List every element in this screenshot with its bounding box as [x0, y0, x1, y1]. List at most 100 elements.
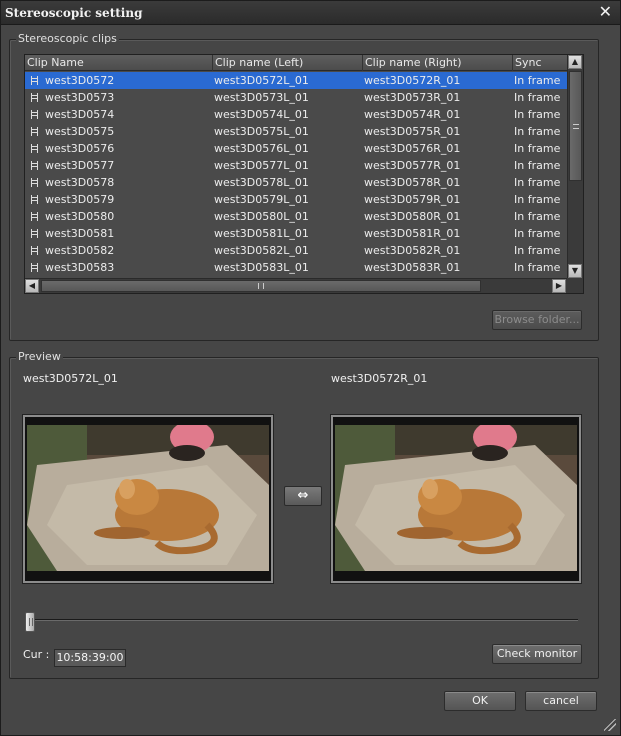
vertical-scroll-thumb[interactable] — [569, 71, 582, 181]
clip-name-cell: west3D0575 — [45, 125, 115, 138]
sync-cell: In frame — [514, 210, 561, 223]
position-slider-track[interactable] — [29, 619, 578, 621]
clip-icon — [31, 263, 38, 272]
table-row[interactable]: west3D0576 west3D0576L_01 west3D0576R_01 In… — [25, 140, 568, 157]
current-timecode[interactable]: 10:58:39:00 — [54, 649, 126, 667]
clip-icon — [31, 161, 38, 170]
scroll-corner — [567, 278, 583, 293]
stereoscopic-setting-dialog: Stereoscopic setting ✕ Stereoscopic clip… — [0, 0, 621, 736]
vertical-scrollbar[interactable]: ▲ ▼ — [567, 55, 583, 279]
position-slider-handle[interactable] — [25, 612, 35, 632]
clip-left-cell: west3D0578L_01 — [214, 176, 309, 189]
right-preview-image — [335, 425, 577, 571]
horizontal-scrollbar[interactable]: ◀ ▶ — [25, 278, 568, 293]
clip-name-cell: west3D0583 — [45, 261, 115, 274]
clip-right-cell: west3D0581R_01 — [364, 227, 461, 240]
scroll-right-icon[interactable]: ▶ — [552, 279, 566, 293]
preview-group-label: Preview — [16, 350, 63, 363]
cancel-button[interactable]: cancel — [525, 691, 597, 711]
browse-folder-button[interactable]: Browse folder... — [492, 310, 582, 330]
sync-cell: In frame — [514, 74, 561, 87]
sync-cell: In frame — [514, 227, 561, 240]
clip-list[interactable]: Clip Name Clip name (Left) Clip name (Ri… — [24, 54, 584, 294]
sync-cell: In frame — [514, 261, 561, 274]
clip-left-cell: west3D0577L_01 — [214, 159, 309, 172]
horizontal-scroll-thumb[interactable] — [41, 280, 481, 292]
scroll-down-icon[interactable]: ▼ — [568, 264, 582, 278]
sync-cell: In frame — [514, 244, 561, 257]
clip-name-cell: west3D0572 — [45, 74, 115, 87]
clip-right-cell: west3D0582R_01 — [364, 244, 461, 257]
column-header-sync[interactable]: Sync — [513, 55, 568, 71]
clip-icon — [31, 246, 38, 255]
window-title: Stereoscopic setting — [5, 6, 143, 20]
left-preview-image — [27, 425, 269, 571]
clip-name-cell: west3D0573 — [45, 91, 115, 104]
sync-cell: In frame — [514, 159, 561, 172]
clip-right-cell: west3D0580R_01 — [364, 210, 461, 223]
scroll-left-icon[interactable]: ◀ — [25, 279, 39, 293]
clip-left-cell: west3D0572L_01 — [214, 74, 309, 87]
column-header-clip-left[interactable]: Clip name (Left) — [213, 55, 363, 71]
scroll-up-icon[interactable]: ▲ — [568, 55, 582, 69]
clip-icon — [31, 110, 38, 119]
sync-cell: In frame — [514, 193, 561, 206]
table-row[interactable]: west3D0574 west3D0574L_01 west3D0574R_01 In… — [25, 106, 568, 123]
clip-icon — [31, 212, 38, 221]
table-row[interactable]: west3D0573 west3D0573L_01 west3D0573R_01 In… — [25, 89, 568, 106]
clip-name-cell: west3D0579 — [45, 193, 115, 206]
table-row[interactable]: west3D0575 west3D0575L_01 west3D0575R_01 In… — [25, 123, 568, 140]
table-row[interactable]: west3D0572 west3D0572L_01 west3D0572R_01 In… — [25, 72, 568, 89]
clip-right-cell: west3D0583R_01 — [364, 261, 461, 274]
current-position-label: Cur : — [23, 648, 50, 661]
clip-left-cell: west3D0582L_01 — [214, 244, 309, 257]
clip-left-cell: west3D0574L_01 — [214, 108, 309, 121]
clip-right-cell: west3D0574R_01 — [364, 108, 461, 121]
clip-right-cell: west3D0573R_01 — [364, 91, 461, 104]
clip-name-cell: west3D0578 — [45, 176, 115, 189]
right-clip-name: west3D0572R_01 — [331, 372, 428, 385]
clips-group-label: Stereoscopic clips — [16, 32, 119, 45]
sync-cell: In frame — [514, 142, 561, 155]
clip-icon — [31, 76, 38, 85]
clip-icon — [31, 178, 38, 187]
left-preview-frame — [22, 414, 274, 584]
clip-icon — [31, 144, 38, 153]
clip-left-cell: west3D0583L_01 — [214, 261, 309, 274]
check-monitor-button[interactable]: Check monitor — [492, 644, 582, 664]
table-row[interactable]: west3D0583 west3D0583L_01 west3D0583R_01 In… — [25, 259, 568, 276]
clip-icon — [31, 93, 38, 102]
table-row[interactable]: west3D0579 west3D0579L_01 west3D0579R_01 In… — [25, 191, 568, 208]
table-row[interactable]: west3D0578 west3D0578L_01 west3D0578R_01 In… — [25, 174, 568, 191]
stereoscopic-clips-group: Stereoscopic clips Clip Name Clip name (… — [9, 32, 599, 341]
title-bar[interactable]: Stereoscopic setting ✕ — [1, 1, 620, 25]
clip-right-cell: west3D0578R_01 — [364, 176, 461, 189]
clip-name-cell: west3D0581 — [45, 227, 115, 240]
clip-left-cell: west3D0581L_01 — [214, 227, 309, 240]
column-header-clip-name[interactable]: Clip Name — [25, 55, 213, 71]
clip-left-cell: west3D0573L_01 — [214, 91, 309, 104]
ok-button[interactable]: OK — [444, 691, 516, 711]
resize-grip-icon[interactable] — [604, 719, 616, 731]
clip-left-cell: west3D0579L_01 — [214, 193, 309, 206]
clip-name-cell: west3D0582 — [45, 244, 115, 257]
table-row[interactable]: west3D0580 west3D0580L_01 west3D0580R_01 In… — [25, 208, 568, 225]
clip-list-header: Clip Name Clip name (Left) Clip name (Ri… — [25, 55, 568, 71]
column-header-clip-right[interactable]: Clip name (Right) — [363, 55, 513, 71]
table-row[interactable]: west3D0581 west3D0581L_01 west3D0581R_01 In… — [25, 225, 568, 242]
right-preview-frame — [330, 414, 582, 584]
clip-icon — [31, 229, 38, 238]
clip-name-cell: west3D0574 — [45, 108, 115, 121]
swap-left-right-button[interactable]: ⇔ — [284, 486, 322, 506]
clip-name-cell: west3D0576 — [45, 142, 115, 155]
clip-icon — [31, 127, 38, 136]
table-row[interactable]: west3D0577 west3D0577L_01 west3D0577R_01 In… — [25, 157, 568, 174]
close-icon[interactable]: ✕ — [599, 3, 612, 21]
clip-rows: west3D0572 west3D0572L_01 west3D0572R_01 In… — [25, 72, 568, 276]
clip-right-cell: west3D0576R_01 — [364, 142, 461, 155]
clip-left-cell: west3D0575L_01 — [214, 125, 309, 138]
left-clip-name: west3D0572L_01 — [23, 372, 118, 385]
clip-right-cell: west3D0577R_01 — [364, 159, 461, 172]
table-row[interactable]: west3D0582 west3D0582L_01 west3D0582R_01 In… — [25, 242, 568, 259]
sync-cell: In frame — [514, 176, 561, 189]
